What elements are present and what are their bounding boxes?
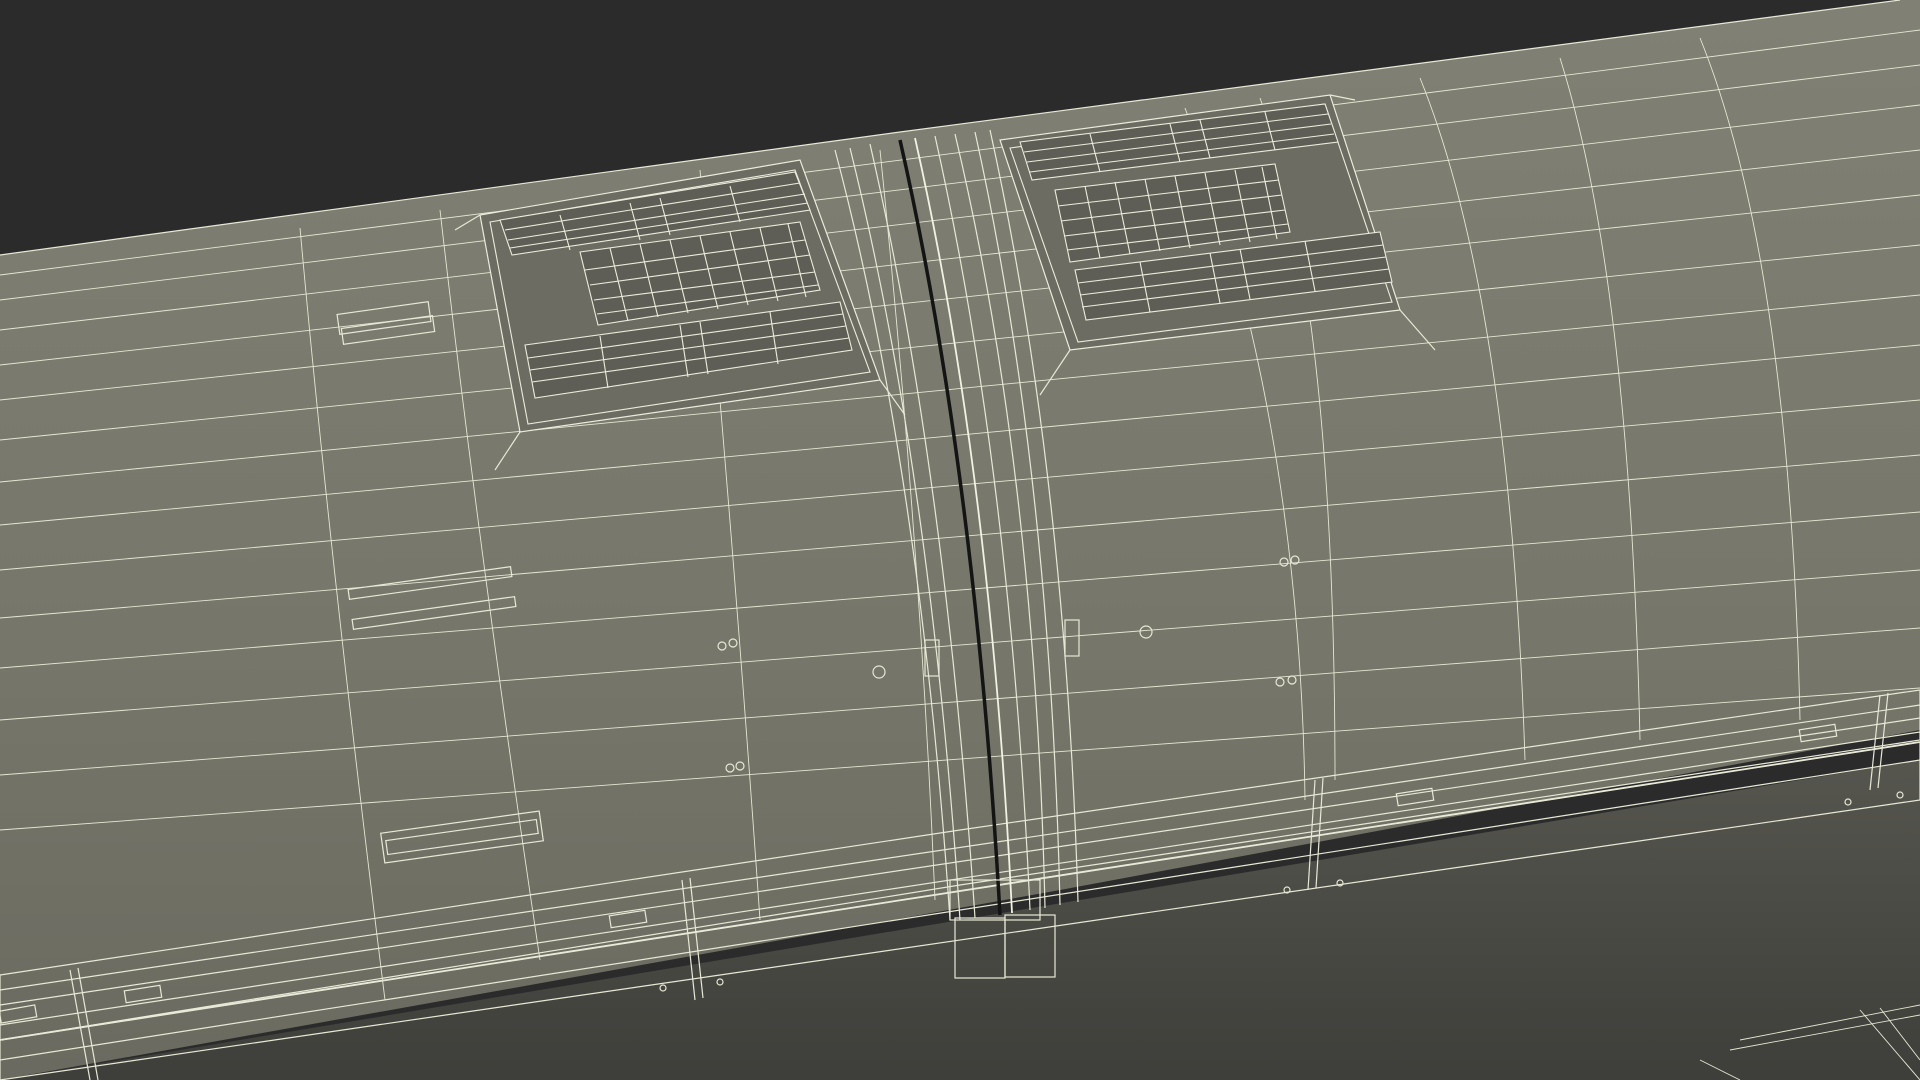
right-vent-housing xyxy=(999,94,1401,351)
wireframe-render xyxy=(0,0,1920,1080)
3d-viewport[interactable] xyxy=(0,0,1920,1080)
